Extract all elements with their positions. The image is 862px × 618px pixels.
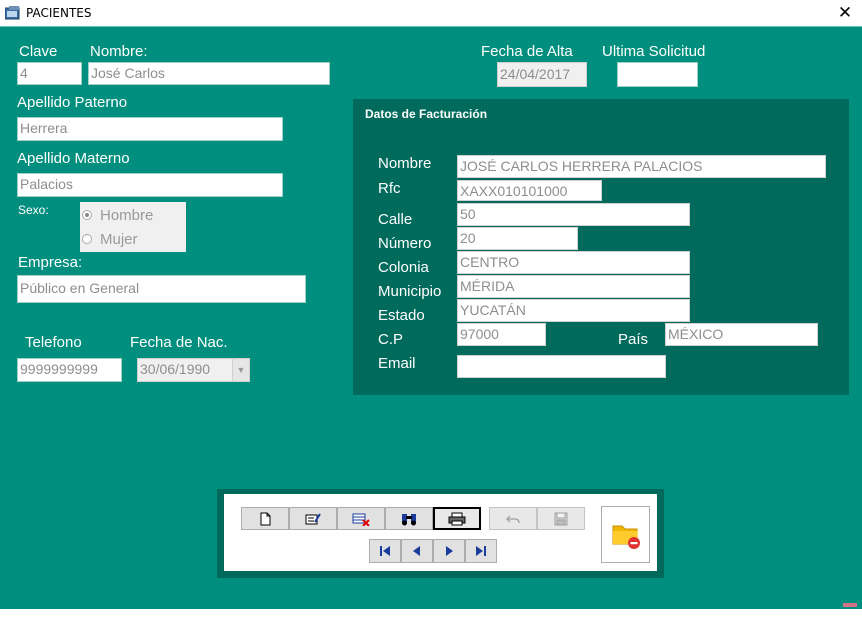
- sexo-option-hombre[interactable]: Hombre: [82, 204, 153, 226]
- fact-rfc-input[interactable]: XAXX010101000: [457, 180, 602, 201]
- nombre-input[interactable]: José Carlos: [88, 62, 330, 85]
- edit-button[interactable]: [289, 507, 337, 530]
- resize-grip[interactable]: [843, 603, 857, 607]
- bottom-border: [0, 609, 862, 618]
- fact-colonia-input[interactable]: CENTRO: [457, 251, 690, 274]
- save-icon: [554, 512, 568, 525]
- save-button[interactable]: [537, 507, 585, 530]
- chevron-down-icon[interactable]: ▼: [232, 359, 249, 381]
- clave-label: Clave: [19, 43, 58, 60]
- fact-email-label: Email: [378, 355, 416, 372]
- search-button[interactable]: [385, 507, 433, 530]
- next-record-icon: [446, 546, 453, 556]
- sexo-option-mujer[interactable]: Mujer: [82, 228, 138, 250]
- last-record-icon: [476, 546, 486, 556]
- fecha-nac-value: 30/06/1990: [140, 361, 211, 377]
- nombre-label: Nombre:: [90, 43, 148, 60]
- next-record-button[interactable]: [433, 539, 465, 563]
- fact-pais-label: País: [618, 331, 649, 348]
- fact-cp-input[interactable]: 97000: [457, 323, 546, 346]
- app-window-icon: [5, 6, 20, 20]
- sexo-label: Sexo:: [18, 203, 49, 217]
- close-button[interactable]: ✕: [828, 0, 862, 26]
- title-bar: PACIENTES ✕: [0, 0, 862, 26]
- previous-record-button[interactable]: [401, 539, 433, 563]
- last-record-button[interactable]: [465, 539, 497, 563]
- fact-pais-input[interactable]: MÉXICO: [665, 323, 818, 346]
- empresa-label: Empresa:: [18, 254, 83, 271]
- exit-folder-icon: [612, 525, 640, 549]
- new-button[interactable]: [241, 507, 289, 530]
- print-button[interactable]: [433, 507, 481, 530]
- fact-nombre-input[interactable]: JOSÉ CARLOS HERRERA PALACIOS: [457, 155, 826, 178]
- apellido-paterno-label: Apellido Paterno: [17, 94, 128, 111]
- fact-nombre-label: Nombre: [378, 155, 432, 172]
- fact-municipio-label: Municipio: [378, 283, 442, 300]
- first-record-button[interactable]: [369, 539, 401, 563]
- delete-record-icon: [352, 513, 370, 526]
- edit-icon: [305, 512, 321, 524]
- fact-cp-label: C.P: [378, 331, 404, 348]
- radio-unselected-icon: [82, 234, 92, 244]
- sexo-radio-group: Hombre Mujer: [80, 202, 186, 252]
- fact-numero-input[interactable]: 20: [457, 227, 578, 250]
- fact-numero-label: Número: [378, 235, 432, 252]
- fact-email-input[interactable]: [457, 355, 666, 378]
- fact-municipio-input[interactable]: MÉRIDA: [457, 275, 690, 298]
- clave-input[interactable]: 4: [17, 62, 82, 85]
- fact-estado-label: Estado: [378, 307, 425, 324]
- exit-button[interactable]: [601, 506, 650, 563]
- first-record-icon: [380, 546, 390, 556]
- ultima-solicitud-label: Ultima Solicitud: [602, 43, 706, 60]
- telefono-input[interactable]: 9999999999: [17, 358, 122, 382]
- fecha-alta-input[interactable]: 24/04/2017: [497, 62, 587, 87]
- print-icon: [448, 512, 466, 525]
- fecha-nac-dropdown[interactable]: 30/06/1990 ▼: [137, 358, 250, 382]
- fecha-alta-label: Fecha de Alta: [481, 43, 573, 60]
- window-title: PACIENTES: [26, 6, 92, 20]
- telefono-label: Telefono: [25, 334, 82, 351]
- fecha-nac-label: Fecha de Nac.: [130, 334, 228, 351]
- facturacion-title: Datos de Facturación: [365, 107, 488, 121]
- undo-icon: [506, 515, 520, 523]
- empresa-input[interactable]: Público en General: [17, 275, 306, 303]
- fact-rfc-label: Rfc: [378, 180, 401, 197]
- new-document-icon: [260, 512, 271, 525]
- ultima-solicitud-input[interactable]: [617, 62, 698, 87]
- apellido-materno-label: Apellido Materno: [17, 150, 130, 167]
- fact-estado-input[interactable]: YUCATÁN: [457, 299, 690, 322]
- previous-record-icon: [413, 546, 420, 556]
- sexo-option-label: Mujer: [100, 230, 138, 248]
- fact-calle-input[interactable]: 50: [457, 203, 690, 226]
- sexo-option-label: Hombre: [100, 206, 154, 224]
- radio-selected-icon: [82, 210, 92, 220]
- fact-colonia-label: Colonia: [378, 259, 429, 276]
- search-binoculars-icon: [402, 513, 416, 525]
- fact-calle-label: Calle: [378, 211, 413, 228]
- delete-button[interactable]: [337, 507, 385, 530]
- apellido-paterno-input[interactable]: Herrera: [17, 117, 283, 141]
- undo-button[interactable]: [489, 507, 537, 530]
- apellido-materno-input[interactable]: Palacios: [17, 173, 283, 197]
